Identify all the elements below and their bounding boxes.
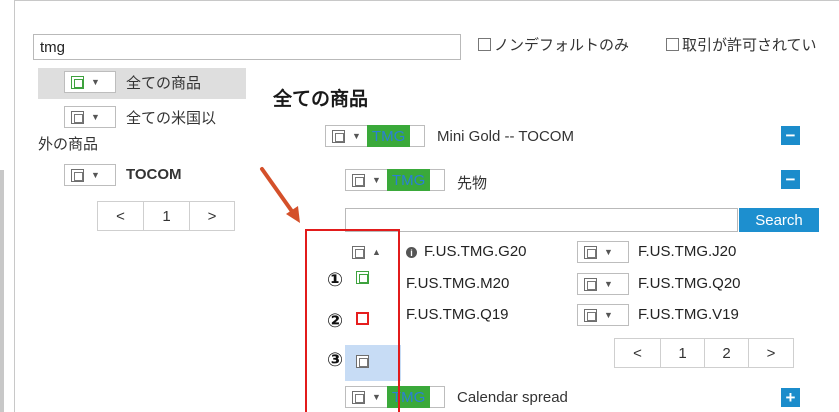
product-tag: TMG xyxy=(366,125,411,147)
checkbox-icon[interactable] xyxy=(584,277,597,291)
collapse-product-button[interactable]: − xyxy=(781,126,800,145)
pager-prev[interactable]: < xyxy=(615,339,661,367)
checkbox-icon[interactable] xyxy=(584,308,597,322)
non-default-only-label: ノンデフォルトのみ xyxy=(494,35,630,54)
collapse-futures-button[interactable]: − xyxy=(781,170,800,189)
search-button[interactable]: Search xyxy=(739,208,819,232)
contract-label: F.US.TMG.M20 xyxy=(406,275,510,292)
left-pager: < 1 > xyxy=(97,201,235,231)
spread-name: Calendar spread xyxy=(457,389,568,406)
expand-spread-button[interactable]: + xyxy=(781,388,800,407)
contracts-pager: < 1 2 > xyxy=(614,338,794,368)
pager-prev[interactable]: < xyxy=(98,202,144,230)
futures-tag: TMG xyxy=(386,169,431,191)
checkbox-icon[interactable] xyxy=(71,75,84,89)
annotation-frame xyxy=(305,229,400,412)
trading-allowed-label: 取引が許可されてい xyxy=(682,35,817,54)
pager-page-1[interactable]: 1 xyxy=(144,202,190,230)
dropdown-icon[interactable]: ▼ xyxy=(604,247,613,257)
info-icon[interactable]: i xyxy=(406,247,417,258)
checkbox-icon[interactable] xyxy=(478,37,491,51)
page-title: 全ての商品 xyxy=(273,88,369,110)
contract-selector[interactable]: ▼ xyxy=(577,304,629,326)
checkbox-icon[interactable] xyxy=(332,129,345,143)
product-name: Mini Gold -- TOCOM xyxy=(437,128,574,145)
non-default-only-option[interactable]: ノンデフォルトのみ xyxy=(478,33,629,55)
dropdown-icon[interactable]: ▼ xyxy=(91,77,100,87)
dropdown-icon[interactable]: ▼ xyxy=(372,175,381,185)
contract-selector[interactable]: ▼ xyxy=(577,273,629,295)
non-us-selector[interactable]: ▼ xyxy=(64,106,116,128)
tree-item-non-us-line2[interactable]: 外の商品 xyxy=(38,133,98,154)
window-edge xyxy=(0,170,4,412)
product-selector[interactable]: ▼ TMG xyxy=(325,125,425,147)
checkbox-icon[interactable] xyxy=(71,168,84,182)
annotation-arrow-icon xyxy=(260,167,300,223)
futures-name: 先物 xyxy=(457,175,488,192)
contract-selector[interactable]: ▼ xyxy=(577,241,629,263)
tree-item-non-us-line1[interactable]: 全ての米国以 xyxy=(126,107,216,128)
dropdown-icon[interactable]: ▼ xyxy=(91,112,100,122)
dropdown-icon[interactable]: ▼ xyxy=(352,131,361,141)
tree-item-tocom[interactable]: TOCOM xyxy=(126,166,182,183)
pager-page-2[interactable]: 2 xyxy=(705,339,749,367)
contract-label: F.US.TMG.V19 xyxy=(638,306,739,323)
product-search-input[interactable] xyxy=(33,34,461,60)
pager-page-1[interactable]: 1 xyxy=(661,339,705,367)
contract-label: F.US.TMG.Q20 xyxy=(638,275,741,292)
contract-label: F.US.TMG.Q19 xyxy=(406,306,509,323)
checkbox-icon[interactable] xyxy=(666,37,679,51)
contract-label: F.US.TMG.J20 xyxy=(638,243,737,260)
futures-selector[interactable]: ▼ TMG xyxy=(345,169,445,191)
all-products-selector[interactable]: ▼ xyxy=(64,71,116,93)
dropdown-icon[interactable]: ▼ xyxy=(91,170,100,180)
checkbox-icon[interactable] xyxy=(352,173,365,187)
pager-next[interactable]: > xyxy=(190,202,234,230)
contract-label: F.US.TMG.G20 xyxy=(424,243,527,260)
pager-next[interactable]: > xyxy=(749,339,793,367)
checkbox-icon[interactable] xyxy=(71,110,84,124)
checkbox-icon[interactable] xyxy=(584,245,597,259)
tocom-selector[interactable]: ▼ xyxy=(64,164,116,186)
contract-search-input[interactable] xyxy=(345,208,738,232)
trading-allowed-option[interactable]: 取引が許可されてい xyxy=(666,33,817,55)
dropdown-icon[interactable]: ▼ xyxy=(604,310,613,320)
dropdown-icon[interactable]: ▼ xyxy=(604,279,613,289)
tree-item-all-products[interactable]: 全ての商品 xyxy=(126,72,201,93)
